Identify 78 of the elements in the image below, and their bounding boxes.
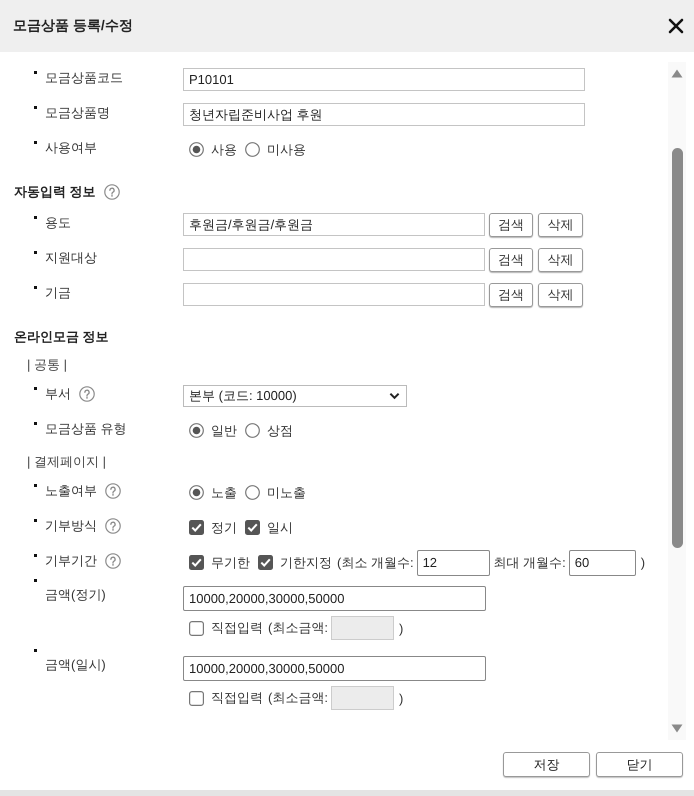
checkbox[interactable] <box>189 690 204 706</box>
option-label[interactable]: 무기한 <box>211 554 250 572</box>
field-text: (최소 개월수: <box>337 554 414 572</box>
checkbox[interactable] <box>245 520 260 535</box>
checkbox[interactable] <box>189 620 204 636</box>
field-text: (최소금액: <box>268 619 328 637</box>
option-label[interactable]: 노출 <box>211 484 237 502</box>
subsection-title: | 공통 | <box>27 356 67 374</box>
option-label[interactable]: 직접입력 <box>211 619 263 637</box>
field-label: 기금 <box>45 284 71 302</box>
number-field[interactable]: 60 <box>568 550 636 576</box>
field-label: 모금상품 유형 <box>45 420 127 438</box>
field-text: ) <box>398 690 404 706</box>
delete-button[interactable]: 삭제 <box>538 248 583 272</box>
checkbox[interactable] <box>189 520 204 535</box>
select-dropdown[interactable]: 본부 (코드: 10000) <box>183 384 407 406</box>
help-icon[interactable] <box>105 553 121 569</box>
field-label: 지원대상 <box>45 249 97 267</box>
dialog-title: 모금상품 등록/수정 <box>13 17 133 35</box>
field-label: 사용여부 <box>45 139 97 157</box>
search-button[interactable]: 검색 <box>489 248 533 272</box>
text-field[interactable] <box>183 248 485 271</box>
radio-button[interactable] <box>245 142 260 157</box>
up-arrow-icon[interactable] <box>671 69 683 78</box>
search-button[interactable]: 검색 <box>489 282 533 306</box>
number-field[interactable]: 12 <box>416 550 490 576</box>
option-label[interactable]: 기한지정 <box>280 554 332 572</box>
section-title: 자동입력 정보 <box>14 182 96 200</box>
subsection-title: | 결제페이지 | <box>27 453 106 471</box>
field-text: ) <box>640 555 646 570</box>
field-label: 노출여부 <box>45 482 97 500</box>
help-icon[interactable] <box>105 483 121 499</box>
option-label[interactable]: 직접입력 <box>211 689 263 707</box>
option-label[interactable]: 정기 <box>211 518 237 536</box>
option-label[interactable]: 일시 <box>267 518 293 536</box>
down-arrow-icon[interactable] <box>671 724 683 733</box>
radio-button[interactable] <box>245 485 260 500</box>
option-label[interactable]: 미노출 <box>267 484 306 502</box>
chevron-down-icon <box>389 392 400 400</box>
text-field[interactable]: 10000,20000,30000,50000 <box>183 656 486 680</box>
checkbox[interactable] <box>258 555 273 570</box>
close-button[interactable] <box>668 18 684 34</box>
field-label: 금액(일시) <box>45 656 106 674</box>
field-text: (최소금액: <box>268 689 328 707</box>
radio-button[interactable] <box>189 485 204 500</box>
section-title: 온라인모금 정보 <box>14 328 109 346</box>
dialog-close-button[interactable]: 닫기 <box>596 752 683 777</box>
help-icon[interactable] <box>104 184 120 200</box>
radio-button[interactable] <box>245 423 260 438</box>
field-label: 모금상품명 <box>45 104 110 122</box>
save-button[interactable]: 저장 <box>503 752 590 777</box>
option-label[interactable]: 미사용 <box>267 140 306 158</box>
option-label[interactable]: 사용 <box>211 140 237 158</box>
checkbox[interactable] <box>189 555 204 570</box>
field-label: 기부방식 <box>45 517 97 535</box>
search-button[interactable]: 검색 <box>489 212 533 236</box>
field-label: 부서 <box>45 385 71 403</box>
option-label[interactable]: 일반 <box>211 422 237 440</box>
field-label: 기부기간 <box>45 552 97 570</box>
field-text: 최대 개월수: <box>494 554 566 572</box>
radio-button[interactable] <box>189 142 204 157</box>
text-field[interactable]: 10000,20000,30000,50000 <box>183 586 486 610</box>
delete-button[interactable]: 삭제 <box>538 212 583 236</box>
radio-button[interactable] <box>189 423 204 438</box>
scrollbar-thumb[interactable] <box>672 148 682 548</box>
field-text: ) <box>398 620 404 636</box>
help-icon[interactable] <box>79 386 95 402</box>
field-label: 금액(정기) <box>45 586 106 604</box>
text-field[interactable]: 후원금/후원금/후원금 <box>183 213 485 236</box>
close-icon <box>668 18 684 34</box>
text-field[interactable]: P10101 <box>183 68 585 91</box>
field-label: 모금상품코드 <box>45 69 123 87</box>
field-label: 용도 <box>45 214 71 232</box>
help-icon[interactable] <box>105 518 121 534</box>
text-field[interactable]: 청년자립준비사업 후원 <box>183 103 585 126</box>
text-field[interactable] <box>183 283 485 306</box>
delete-button[interactable]: 삭제 <box>538 282 583 306</box>
option-label[interactable]: 상점 <box>267 422 293 440</box>
